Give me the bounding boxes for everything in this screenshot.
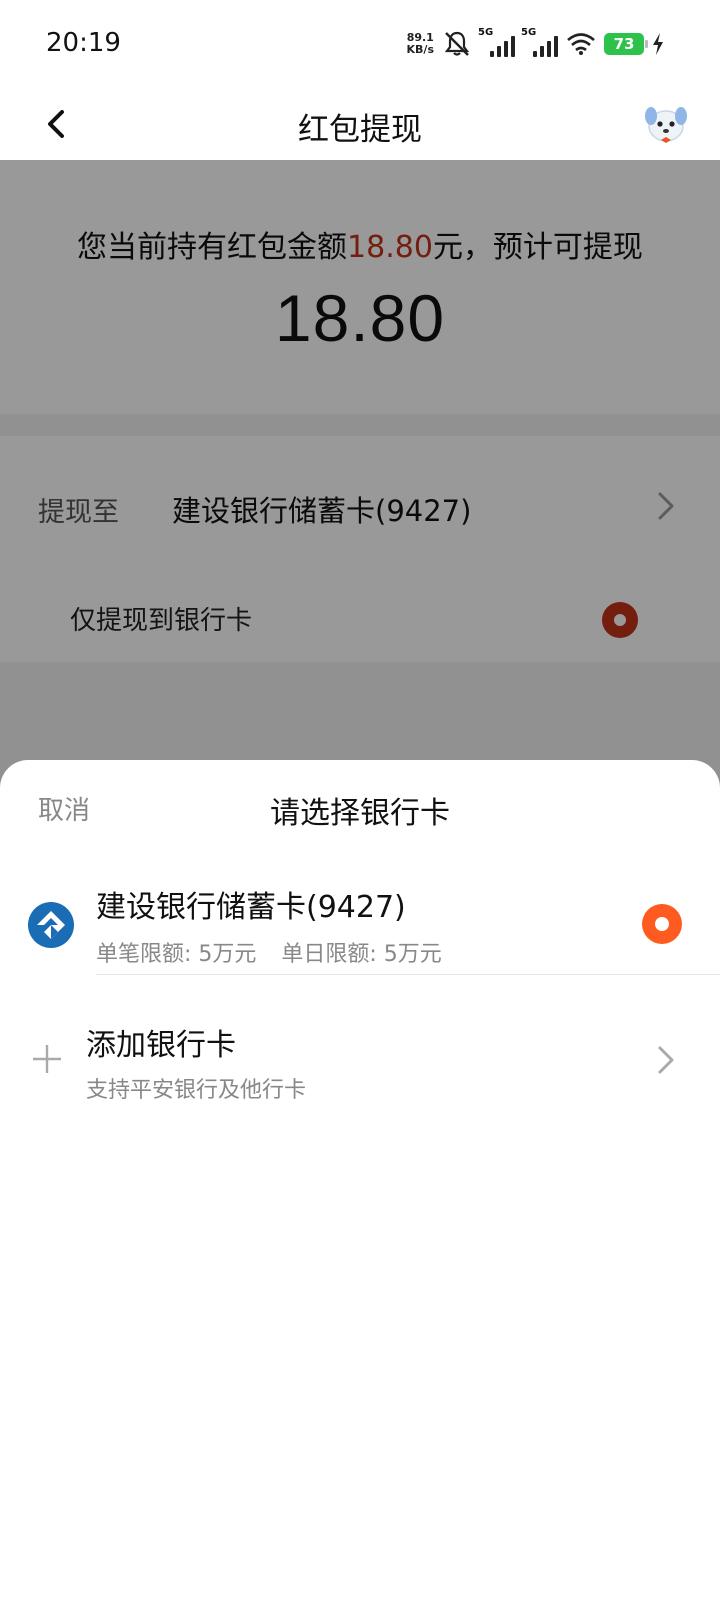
network-speed: 89.1 KB/s [407,32,434,56]
add-bank-card-subtitle: 支持平安银行及他行卡 [86,1078,307,1103]
plus-icon [33,1045,61,1073]
add-bank-card-title: 添加银行卡 [86,1028,236,1063]
add-bank-card-option[interactable]: 添加银行卡 支持平安银行及他行卡 [0,996,720,1126]
signal-2-label: 5G [521,27,537,38]
page-title: 红包提现 [298,112,422,148]
single-limit: 单笔限额: 5万元 [96,942,257,967]
charging-bolt-icon [653,33,663,55]
battery-indicator: 73 [604,33,648,55]
bank-card-limits: 单笔限额: 5万元 单日限额: 5万元 [96,936,460,968]
status-bar: 20:19 89.1 KB/s 5G 5G 73 [0,0,720,88]
wifi-icon [567,33,595,55]
signal-strength-icon-2: 5G [521,27,558,57]
mascot-dog-icon[interactable] [642,100,690,148]
mute-bell-icon [444,31,470,56]
network-speed-unit: KB/s [406,43,434,56]
status-icons: 89.1 KB/s 5G 5G 73 [407,26,664,62]
chevron-right-icon [658,1046,674,1074]
navigation-bar: 红包提现 [0,88,720,160]
bank-card-selector-sheet: 取消 请选择银行卡 建设银行储蓄卡(9427) 单笔限额: 5万元 单日限额: … [0,760,720,1600]
daily-limit: 单日限额: 5万元 [281,942,442,967]
bank-card-selected-radio[interactable] [642,904,682,944]
bank-card-option[interactable]: 建设银行储蓄卡(9427) 单笔限额: 5万元 单日限额: 5万元 [0,860,720,990]
ccb-bank-logo-icon [28,902,74,948]
signal-1-label: 5G [478,27,494,38]
status-time: 20:19 [46,28,121,58]
signal-strength-icon: 5G [478,27,515,57]
bank-card-name: 建设银行储蓄卡(9427) [96,890,406,925]
sheet-title: 请选择银行卡 [270,796,450,831]
list-divider [96,974,720,975]
